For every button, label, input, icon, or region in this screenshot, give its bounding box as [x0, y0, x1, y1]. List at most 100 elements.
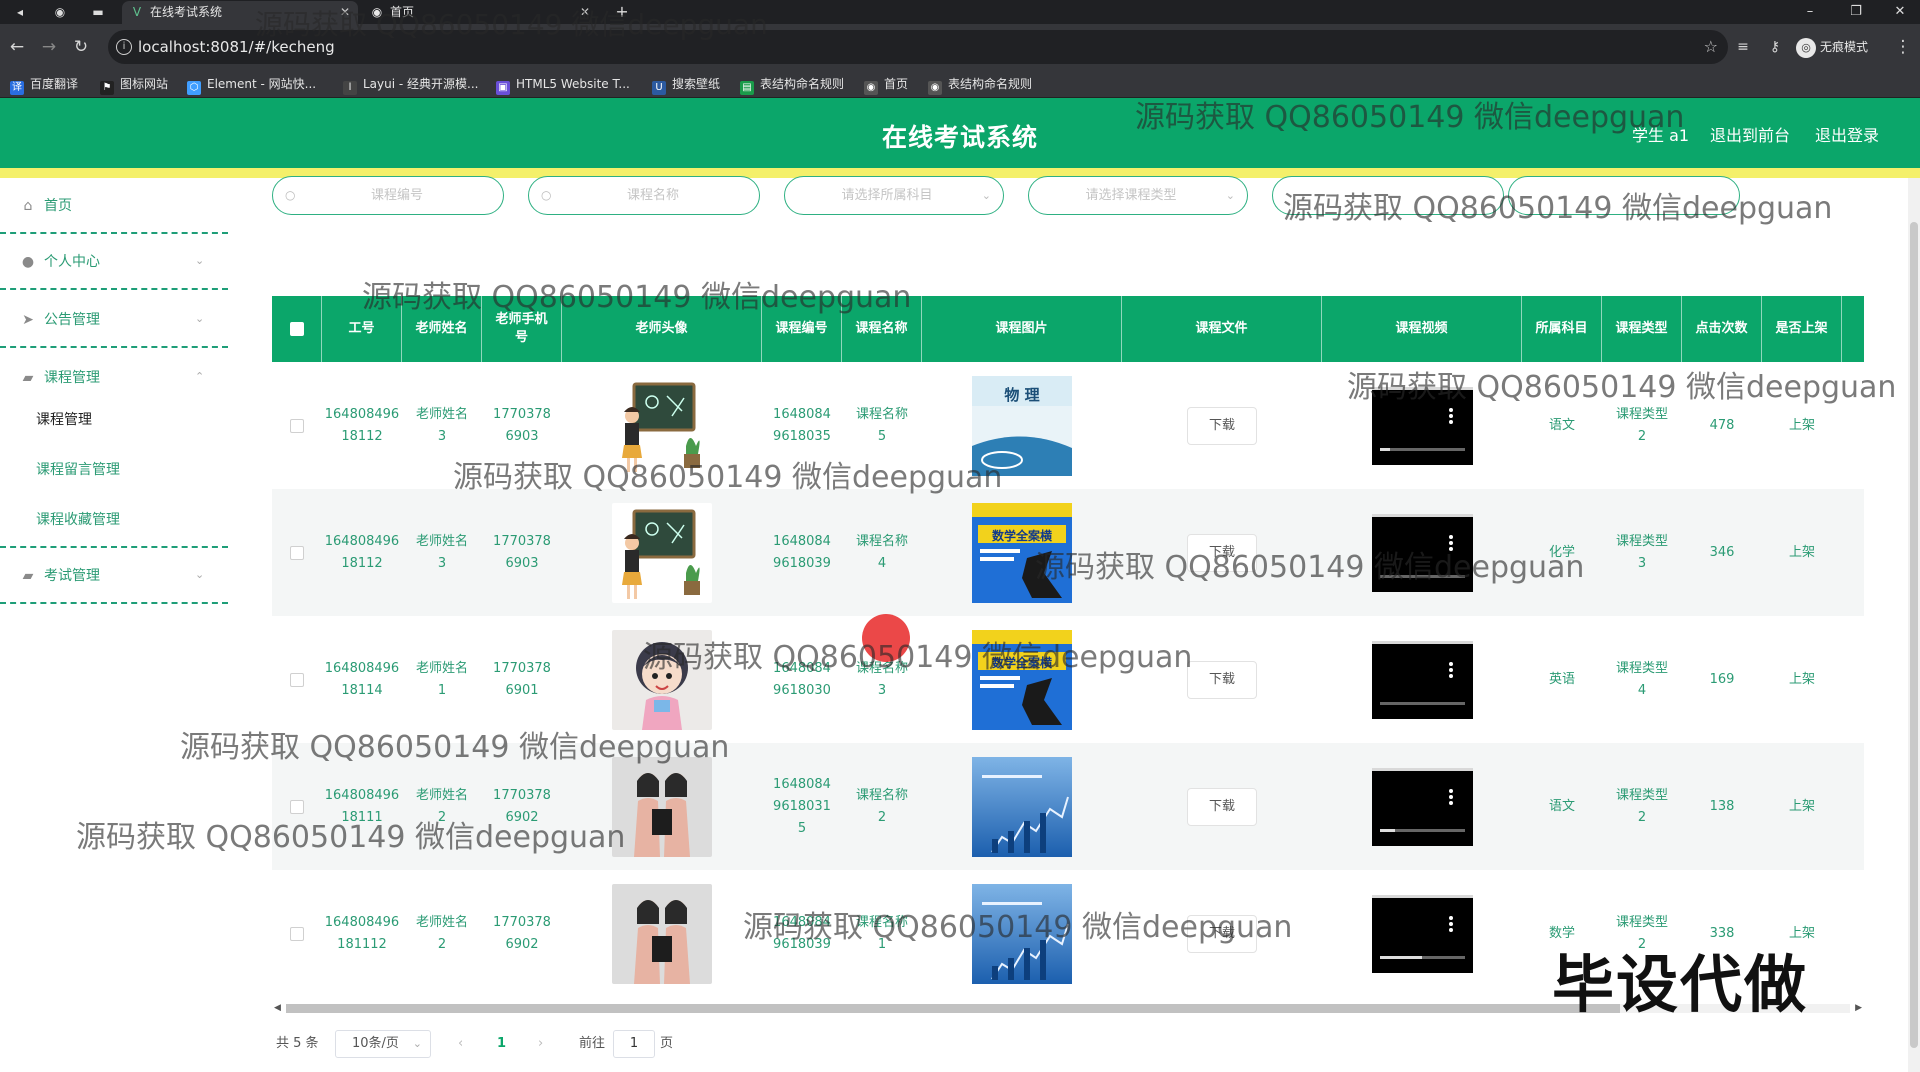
course-video-player[interactable] [1371, 386, 1473, 465]
speaker-icon[interactable]: ◂ [12, 4, 28, 20]
download-button[interactable]: 下载 [1187, 660, 1257, 699]
download-button[interactable]: 下载 [1187, 533, 1257, 572]
reload-icon[interactable]: ↻ [70, 36, 92, 58]
video-progress[interactable] [1379, 955, 1465, 959]
close-tab-icon[interactable]: ✕ [340, 1, 350, 23]
bookmark-item[interactable]: ▤ 表结构命名规则 [740, 70, 844, 98]
course-no-input[interactable]: ○ 课程编号 [272, 176, 504, 215]
scroll-thumb[interactable] [1910, 222, 1918, 1048]
next-page-icon[interactable]: › [538, 1030, 543, 1058]
row-select-cell[interactable] [272, 743, 322, 870]
course-type-select[interactable]: 请选择课程类型 ⌄ [1028, 176, 1248, 215]
row-select-cell[interactable] [272, 870, 322, 997]
tab-exam-system[interactable]: V 在线考试系统 ✕ [122, 1, 358, 24]
close-window-icon[interactable]: ✕ [1878, 1, 1920, 23]
page-size-select[interactable]: 10条/页 ⌄ [335, 1030, 431, 1058]
select-all-cell[interactable] [272, 296, 322, 362]
scroll-thumb[interactable] [286, 1004, 1620, 1013]
page-number-current[interactable]: 1 [497, 1030, 506, 1058]
video-progress[interactable] [1379, 828, 1465, 832]
more-icon[interactable] [1448, 534, 1453, 551]
course-video-player[interactable] [1371, 767, 1473, 846]
more-icon[interactable] [1448, 407, 1453, 424]
search-field[interactable] [1508, 176, 1740, 215]
sidebar-subitem-course-comments[interactable]: 课程留言管理 [36, 450, 120, 490]
row-checkbox[interactable] [290, 672, 304, 687]
sidebar-item-home[interactable]: ⌂ 首页 [0, 178, 228, 234]
status-link[interactable]: 上架 [1762, 489, 1842, 616]
video-progress[interactable] [1379, 701, 1465, 705]
row-checkbox[interactable] [290, 545, 304, 560]
course-image: 物 理 [972, 375, 1072, 476]
minimize-icon[interactable]: – [1788, 1, 1832, 23]
sidebar-subitem-course-manage[interactable]: 课程管理 [36, 400, 92, 440]
more-icon[interactable] [1448, 915, 1453, 932]
window-icon[interactable]: ▬ [90, 4, 106, 20]
logout-link[interactable]: 退出登录 [1815, 122, 1879, 146]
sidebar-subitem-course-favorites[interactable]: 课程收藏管理 [36, 500, 120, 540]
globe-icon[interactable]: ◉ [52, 4, 68, 20]
sidebar-item-exam[interactable]: ▰ 考试管理 ⌄ [0, 548, 228, 604]
key-icon[interactable]: ⚷ [1764, 36, 1786, 58]
sidebar-item-personal[interactable]: ● 个人中心 ⌄ [0, 234, 228, 290]
row-select-cell[interactable] [272, 489, 322, 616]
new-tab-icon[interactable]: + [614, 4, 630, 20]
course-name-input[interactable]: ○ 课程名称 [528, 176, 760, 215]
row-select-cell[interactable] [272, 362, 322, 489]
course-video-player[interactable] [1371, 640, 1473, 719]
back-to-front-link[interactable]: 退出到前台 [1710, 122, 1790, 146]
forward-icon[interactable]: → [38, 36, 60, 58]
bookmark-item[interactable]: ◉ 表结构命名规则 [928, 70, 1032, 98]
goto-page-input[interactable]: 1 [613, 1030, 655, 1058]
teacher-phone: 17703786902 [493, 914, 551, 952]
address-bar[interactable]: i localhost:8081/#/kecheng ☆ [108, 30, 1728, 64]
subject: 语文 [1548, 417, 1575, 433]
url-text[interactable]: localhost:8081/#/kecheng [138, 30, 335, 64]
tab-home[interactable]: ◉ 首页 ✕ [362, 1, 598, 24]
more-icon[interactable] [1448, 788, 1453, 805]
course-video-player[interactable] [1371, 894, 1473, 973]
bookmark-item[interactable]: U 搜索壁纸 [652, 70, 720, 98]
reading-list-icon[interactable]: ≡ [1732, 36, 1754, 58]
row-select-cell[interactable] [272, 616, 322, 743]
sidebar-item-notice[interactable]: ➤ 公告管理 ⌄ [0, 292, 228, 348]
select-all-checkbox[interactable] [289, 322, 304, 336]
bookmark-item[interactable]: ⬡ Element - 网站快... [187, 70, 316, 98]
subject: 化学 [1548, 544, 1575, 560]
scroll-right-icon[interactable]: ▶ [1855, 1000, 1862, 1016]
video-progress[interactable] [1379, 447, 1465, 451]
bookmark-item[interactable]: ◉ 首页 [864, 70, 908, 98]
status-link[interactable]: 上架 [1762, 362, 1842, 489]
status-link[interactable]: 上架 [1762, 743, 1842, 870]
bookmark-item[interactable]: ⚑ 图标网站 [100, 70, 168, 98]
bookmark-item[interactable]: ▣ HTML5 Website T... [496, 70, 630, 98]
sidebar-item-course[interactable]: ▰ 课程管理 ⌃ [0, 350, 228, 406]
teacher-avatar [612, 756, 712, 857]
back-icon[interactable]: ← [6, 36, 28, 58]
scroll-left-icon[interactable]: ◀ [274, 1000, 281, 1016]
info-icon[interactable]: i [116, 39, 132, 55]
bookmark-item[interactable]: 译百度翻译 [10, 70, 78, 98]
more-icon[interactable] [1448, 661, 1453, 678]
video-progress[interactable] [1379, 574, 1465, 578]
search-field[interactable] [1272, 176, 1504, 215]
row-checkbox[interactable] [290, 799, 304, 814]
star-icon[interactable]: ☆ [1704, 30, 1718, 64]
subject-select[interactable]: 请选择所属科目 ⌄ [784, 176, 1004, 215]
row-checkbox[interactable] [290, 418, 304, 433]
download-button[interactable]: 下载 [1187, 406, 1257, 445]
restore-icon[interactable]: ❐ [1834, 1, 1878, 23]
close-tab-icon[interactable]: ✕ [580, 1, 590, 23]
bookmark-item[interactable]: l Layui - 经典开源模... [343, 70, 478, 98]
page-vertical-scrollbar[interactable] [1908, 178, 1920, 1072]
status-link[interactable]: 上架 [1762, 616, 1842, 743]
menu-icon[interactable]: ⋮ [1892, 36, 1914, 58]
download-button[interactable]: 下载 [1187, 914, 1257, 953]
row-checkbox[interactable] [290, 926, 304, 941]
course-type: 课程类型4 [1615, 660, 1668, 698]
column-header: 课程名称 [842, 296, 922, 362]
prev-page-icon[interactable]: ‹ [458, 1030, 463, 1058]
incognito-indicator[interactable]: ◎ 无痕模式 [1796, 36, 1868, 58]
course-video-player[interactable] [1371, 513, 1473, 592]
download-button[interactable]: 下载 [1187, 787, 1257, 826]
